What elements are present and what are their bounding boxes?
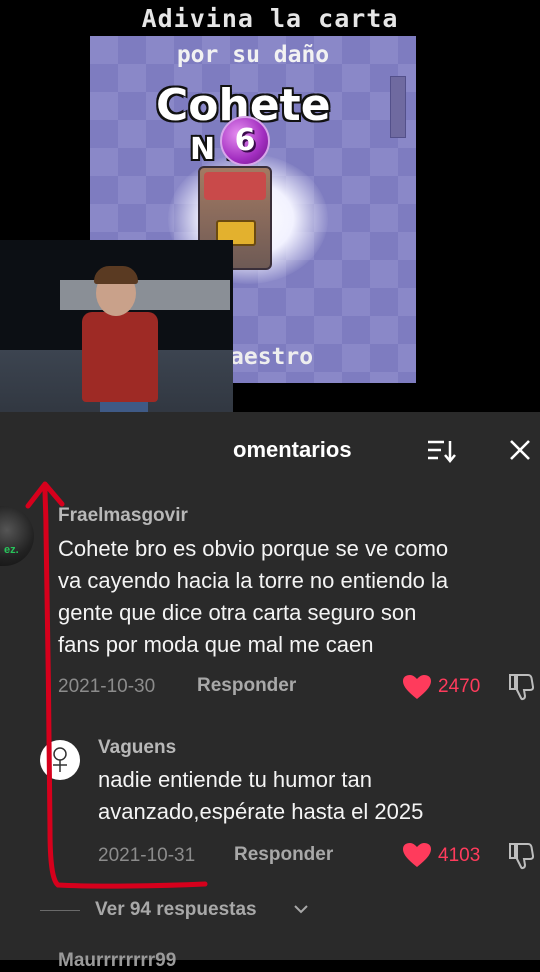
red-arrow-annotation (25, 481, 208, 889)
